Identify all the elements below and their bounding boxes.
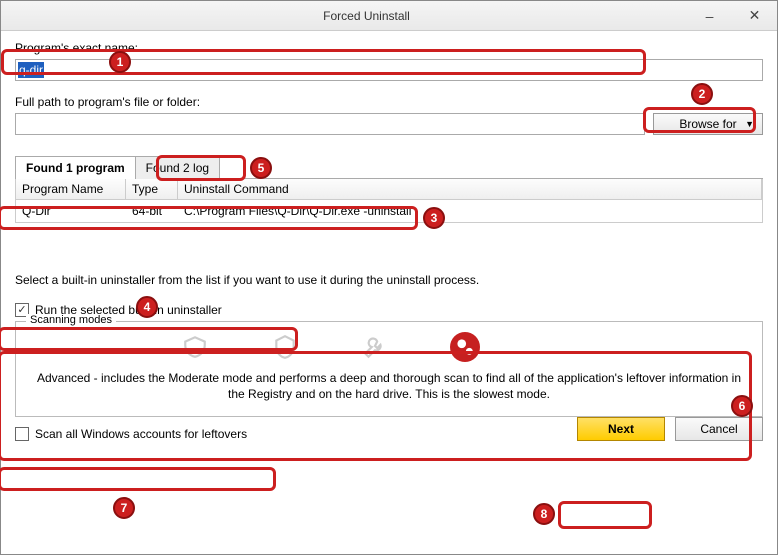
annotation-8: 8 [533, 503, 555, 525]
annotation-ring-7 [0, 467, 276, 491]
cell-type: 64-bit [126, 202, 178, 220]
mode-safe-icon[interactable] [180, 332, 210, 362]
col-program-name[interactable]: Program Name [16, 179, 126, 199]
window-title: Forced Uninstall [46, 9, 687, 23]
run-builtin-row[interactable]: Run the selected built-in uninstaller [15, 303, 763, 317]
scanning-modes-legend: Scanning modes [26, 314, 116, 326]
annotation-7: 7 [113, 497, 135, 519]
col-type[interactable]: Type [126, 179, 178, 199]
next-button[interactable]: Next [577, 417, 665, 441]
program-name-selection: q-dir [18, 62, 44, 78]
grid-row[interactable]: Q-Dir 64-bit C:\Program Files\Q-Dir\Q-Di… [16, 200, 762, 222]
full-path-label: Full path to program's file or folder: [15, 95, 763, 109]
instruction-text: Select a built-in uninstaller from the l… [15, 273, 763, 287]
button-bar: Next Cancel [577, 417, 763, 441]
close-button[interactable]: ✕ [732, 1, 777, 30]
mode-description: Advanced - includes the Moderate mode an… [30, 370, 748, 402]
mode-wrench-icon[interactable] [360, 332, 390, 362]
cell-program-name: Q-Dir [16, 202, 126, 220]
cell-uninstall-command: C:\Program Files\Q-Dir\Q-Dir.exe -uninst… [178, 202, 762, 220]
grid-header: Program Name Type Uninstall Command [16, 179, 762, 200]
chevron-down-icon: ▼ [745, 119, 754, 129]
program-name-label: Program's exact name: [15, 41, 763, 55]
scan-all-checkbox[interactable] [15, 427, 29, 441]
minimize-button[interactable]: – [687, 1, 732, 30]
titlebar: Forced Uninstall – ✕ [1, 1, 777, 31]
full-path-input[interactable] [15, 113, 645, 135]
scanning-modes-group: Scanning modes Advanced - includes the M… [15, 321, 763, 417]
browse-for-button[interactable]: Browse for ▼ [653, 113, 763, 135]
tab-found-program[interactable]: Found 1 program [15, 156, 136, 179]
tab-found-log[interactable]: Found 2 log [135, 156, 220, 179]
scan-all-label: Scan all Windows accounts for leftovers [35, 427, 247, 441]
results-grid: Program Name Type Uninstall Command Q-Di… [15, 179, 763, 223]
col-uninstall-command[interactable]: Uninstall Command [178, 179, 762, 199]
mode-icons [30, 332, 748, 362]
program-name-input[interactable] [15, 59, 763, 81]
browse-for-label: Browse for [679, 117, 736, 131]
cancel-button[interactable]: Cancel [675, 417, 763, 441]
mode-moderate-icon[interactable] [270, 332, 300, 362]
tabbar: Found 1 program Found 2 log [15, 155, 763, 179]
mode-advanced-icon[interactable] [450, 332, 480, 362]
annotation-ring-8 [558, 501, 652, 529]
